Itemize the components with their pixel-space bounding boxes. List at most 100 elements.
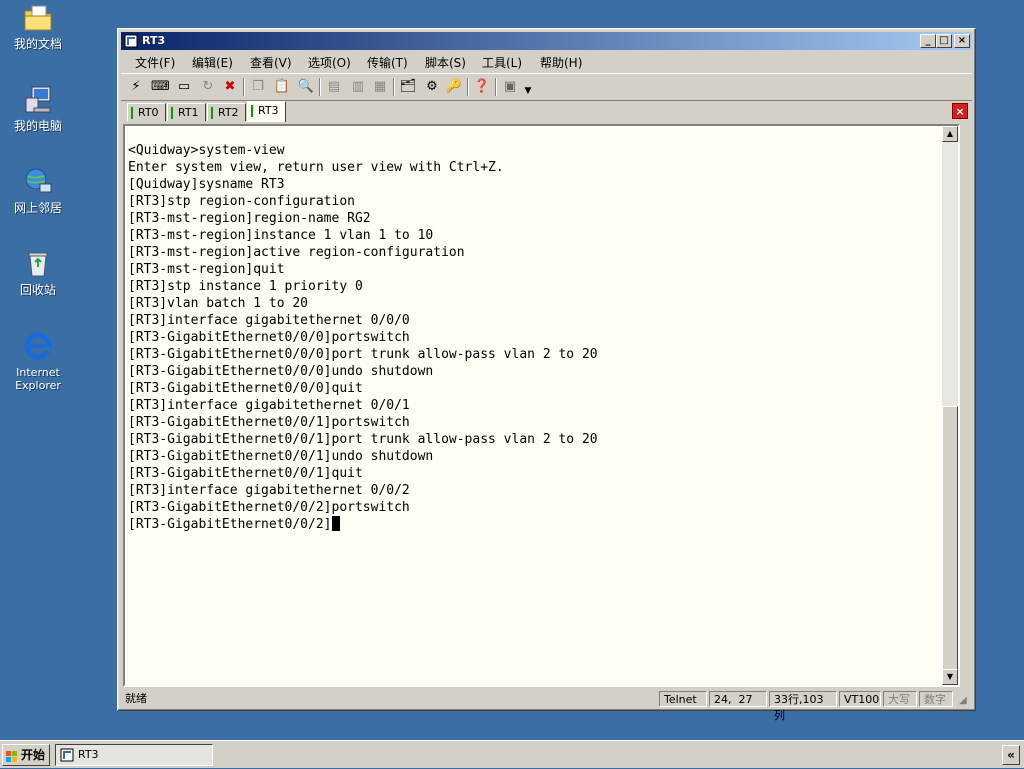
tray-expand-button[interactable]: « — [1002, 745, 1020, 765]
terminal-line: [RT3-GigabitEthernet0/0/2] — [128, 516, 940, 533]
terminal-line-text: [RT3]stp instance 1 priority 0 — [128, 279, 363, 294]
terminal-frame: <Quidway>system-view Enter system view, r… — [123, 124, 960, 687]
session-options-icon[interactable]: 🗂 — [399, 78, 417, 96]
app-icon — [60, 748, 74, 762]
taskbar: 开始 RT3 « — [0, 740, 1024, 768]
desktop-icon-my-computer[interactable]: 我的电脑 — [0, 84, 76, 133]
terminal-line: [RT3-GigabitEthernet0/0/0]portswitch — [128, 329, 940, 346]
menu-file[interactable]: 文件(F) — [135, 54, 175, 71]
keymap-icon[interactable]: 🔑 — [445, 78, 463, 96]
chevron-down-icon[interactable]: ▼ — [519, 82, 537, 100]
toolbar-separator — [495, 78, 497, 96]
terminal-line-text: [RT3-GigabitEthernet0/0/0]portswitch — [128, 330, 410, 345]
tab-rt2[interactable]: RT2 — [207, 103, 246, 121]
recycle-bin-icon — [22, 248, 54, 280]
terminal-line-text: [RT3-GigabitEthernet0/0/2]portswitch — [128, 500, 410, 515]
minimize-button[interactable]: _ — [920, 34, 936, 48]
terminal-line: [RT3-GigabitEthernet0/0/0]port trunk all… — [128, 346, 940, 363]
status-cursor-position: 24, 27 — [709, 691, 767, 707]
desktop-icon-internet-explorer[interactable]: Internet Explorer — [0, 330, 76, 392]
maximize-button[interactable]: □ — [936, 34, 952, 48]
scroll-up-button[interactable]: ▲ — [942, 126, 958, 142]
menu-edit[interactable]: 编辑(E) — [192, 54, 233, 71]
global-options-icon[interactable]: ⚙ — [423, 78, 441, 96]
taskbar-item-rt3[interactable]: RT3 — [55, 744, 213, 766]
terminal-line-text: [RT3-GigabitEthernet0/0/1]undo shutdown — [128, 449, 434, 464]
tab-rt0[interactable]: RT0 — [127, 103, 166, 121]
new-session-icon[interactable]: ▭ — [175, 78, 193, 96]
menu-view[interactable]: 查看(V) — [250, 54, 292, 71]
status-protocol: Telnet — [659, 691, 707, 707]
terminal-line-text: [RT3-mst-region]region-name RG2 — [128, 211, 371, 226]
status-caps: 大写 — [883, 691, 917, 707]
desktop-icon-recycle-bin[interactable]: 回收站 — [0, 248, 76, 297]
close-tab-button[interactable]: × — [952, 103, 968, 119]
paste-icon[interactable]: 📋 — [273, 78, 291, 96]
disconnect-icon[interactable]: ✖ — [221, 78, 239, 96]
desktop-icon-label: 我的文档 — [13, 37, 62, 51]
menu-options[interactable]: 选项(O) — [308, 54, 351, 71]
menu-script[interactable]: 脚本(S) — [425, 54, 466, 71]
session-tabs: RT0 RT1 RT2 RT3 × — [121, 101, 972, 123]
terminal-line: [RT3-mst-region]region-name RG2 — [128, 210, 940, 227]
print-setup-icon[interactable]: ▥ — [349, 78, 367, 96]
menu-transfer[interactable]: 传输(T) — [367, 54, 408, 71]
terminal-line: [RT3-GigabitEthernet0/0/1]portswitch — [128, 414, 940, 431]
terminal-line: <Quidway>system-view — [128, 142, 940, 159]
terminal-line: Enter system view, return user view with… — [128, 159, 940, 176]
toolbar-separator — [467, 78, 469, 96]
toolbar: ⚡ ⌨ ▭ ↻ ✖ ❐ 📋 🔍 ▤ ▥ ▦ 🗂 ⚙ 🔑 ❓ ▣ ▼ — [121, 73, 972, 101]
print-icon[interactable]: ▤ — [325, 78, 343, 96]
close-button[interactable]: × — [954, 34, 970, 48]
desktop-icon-my-documents[interactable]: 我的文档 — [0, 2, 76, 51]
scroll-down-button[interactable]: ▼ — [942, 669, 958, 685]
terminal-line: [RT3-GigabitEthernet0/0/1]port trunk all… — [128, 431, 940, 448]
terminal-line: [Quidway]sysname RT3 — [128, 176, 940, 193]
toolbar-separator — [319, 78, 321, 96]
find-icon[interactable]: 🔍 — [297, 78, 315, 96]
desktop-icon-label: Internet Explorer — [15, 366, 61, 392]
terminal-line-text: [RT3-mst-region]active region-configurat… — [128, 245, 465, 260]
vertical-scrollbar[interactable]: ▲ ▼ — [942, 126, 958, 685]
status-ready: 就绪 — [125, 692, 147, 705]
terminal-window: RT3 _ □ × 文件(F) 编辑(E) 查看(V) 选项(O) 传输(T) … — [117, 28, 976, 722]
reconnect-icon[interactable]: ↻ — [199, 78, 217, 96]
terminal-line-text: [RT3]interface gigabitethernet 0/0/1 — [128, 398, 410, 413]
desktop-icon-network[interactable]: 网上邻居 — [0, 166, 76, 215]
terminal-line-text: [RT3-mst-region]instance 1 vlan 1 to 10 — [128, 228, 434, 243]
title-bar[interactable]: RT3 _ □ × — [121, 32, 972, 50]
terminal-line: [RT3-mst-region]active region-configurat… — [128, 244, 940, 261]
terminal-line-text: [RT3]vlan batch 1 to 20 — [128, 296, 309, 311]
terminal-line-text: [RT3-GigabitEthernet0/0/2] — [128, 517, 332, 532]
terminal-line-text: [Quidway]sysname RT3 — [128, 177, 285, 192]
copy-icon[interactable]: ❐ — [249, 78, 267, 96]
desktop-icon-label: 网上邻居 — [13, 201, 62, 215]
folder-icon — [22, 2, 54, 34]
menu-help[interactable]: 帮助(H) — [540, 54, 582, 71]
taskbar-item-label: RT3 — [78, 748, 99, 761]
terminal-line: [RT3]stp region-configuration — [128, 193, 940, 210]
terminal-line: [RT3-GigabitEthernet0/0/2]portswitch — [128, 499, 940, 516]
terminal-line: [RT3]interface gigabitethernet 0/0/2 — [128, 482, 940, 499]
print-screen-icon[interactable]: ▦ — [371, 78, 389, 96]
scroll-thumb[interactable] — [942, 406, 958, 671]
toolbar-menu-icon[interactable]: ▣ — [501, 78, 519, 96]
terminal-line: [RT3-mst-region]quit — [128, 261, 940, 278]
terminal-line: [RT3-mst-region]instance 1 vlan 1 to 10 — [128, 227, 940, 244]
resize-grip-icon[interactable]: ◢ — [959, 693, 967, 709]
tab-rt3[interactable]: RT3 — [247, 101, 286, 122]
start-button[interactable]: 开始 — [2, 744, 50, 766]
terminal-cursor — [331, 516, 340, 531]
start-label: 开始 — [21, 748, 46, 762]
menu-tools[interactable]: 工具(L) — [482, 54, 522, 71]
menu-bar: 文件(F) 编辑(E) 查看(V) 选项(O) 传输(T) 脚本(S) 工具(L… — [121, 51, 972, 71]
terminal-line-text: [RT3-GigabitEthernet0/0/1]quit — [128, 466, 363, 481]
quick-connect-icon[interactable]: ⌨ — [151, 78, 170, 96]
terminal-line-text: [RT3]interface gigabitethernet 0/0/0 — [128, 313, 410, 328]
status-num: 数字 — [919, 691, 953, 707]
desktop-icon-label: 回收站 — [19, 283, 56, 297]
help-icon[interactable]: ❓ — [473, 78, 491, 96]
connect-icon[interactable]: ⚡ — [127, 78, 145, 96]
tab-rt1[interactable]: RT1 — [167, 103, 206, 121]
terminal-output[interactable]: <Quidway>system-view Enter system view, r… — [128, 142, 940, 682]
